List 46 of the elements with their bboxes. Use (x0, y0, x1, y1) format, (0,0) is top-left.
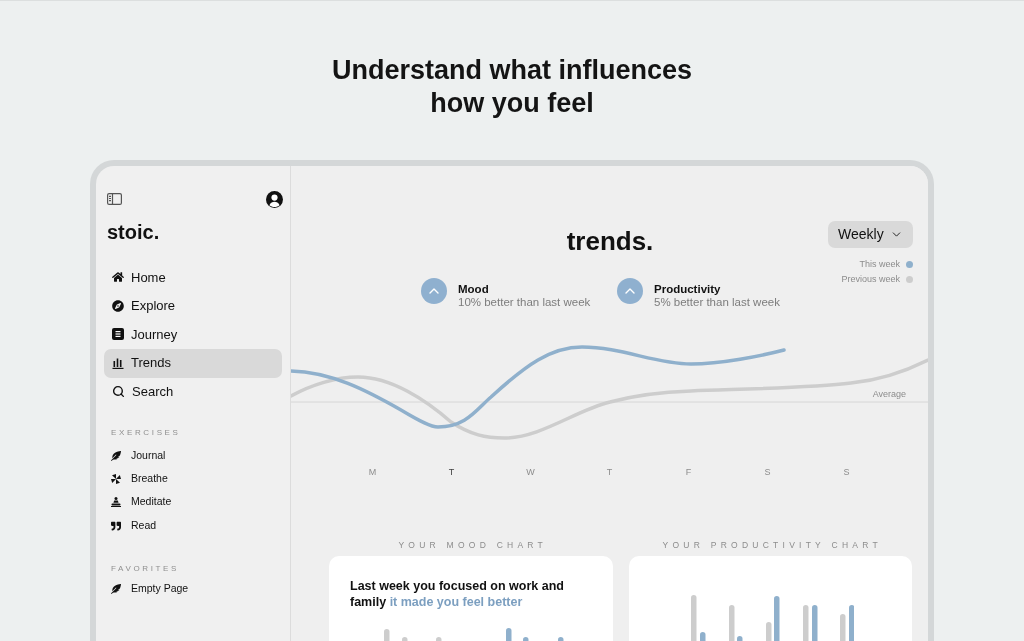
section-heading: EXERCISES (110, 428, 182, 438)
day-label: F (685, 466, 692, 479)
day-label: S (764, 466, 771, 479)
insight-text: Last week you focused on work and family it made you feel better (349, 578, 565, 610)
period-dropdown[interactable]: Weekly (828, 221, 913, 248)
nav-item[interactable]: Journey (104, 320, 282, 349)
app-logo: stoic. (106, 220, 161, 244)
menu-item[interactable]: Breathe (96, 467, 290, 491)
chart-heading: YOUR PRODUCTIVITY CHART (661, 540, 882, 550)
day-label: M (368, 466, 377, 479)
page-title: trends. (566, 226, 654, 256)
search-icon (112, 385, 125, 399)
notebook-icon (112, 328, 124, 341)
stat-title: Productivity (654, 283, 722, 296)
menu-item[interactable]: Meditate (96, 490, 290, 514)
headline: Understand what influences how you feel (330, 54, 694, 120)
sidebar-toggle-icon[interactable] (107, 193, 122, 205)
legend-label: This week (859, 259, 900, 270)
menu-item[interactable]: Journal (96, 444, 290, 468)
menu-item[interactable]: Empty Page (96, 577, 290, 601)
quote-icon (111, 520, 121, 531)
nav-item[interactable]: Explore (104, 291, 282, 320)
pinwheel-icon (111, 473, 121, 484)
feather-icon (111, 450, 121, 461)
stat-detail: 10% better than last week (458, 296, 591, 309)
home-icon (112, 271, 124, 284)
menu-item[interactable]: Read (96, 513, 290, 538)
nav-item[interactable]: Search (104, 377, 282, 406)
nav-item[interactable]: Trends (104, 348, 282, 378)
nav-item[interactable]: Home (104, 263, 282, 292)
feather-icon (111, 583, 121, 594)
compass-icon (112, 299, 124, 312)
chevron-up-icon (617, 278, 643, 304)
user-avatar-icon[interactable] (266, 190, 283, 208)
stat-title: Mood (458, 283, 490, 296)
day-label: W (526, 466, 535, 479)
day-label: T (448, 466, 455, 479)
bar-chart-icon (112, 357, 124, 369)
day-label: T (606, 466, 613, 479)
chart-heading: YOUR MOOD CHART (397, 540, 548, 550)
stat-detail: 5% better than last week (654, 296, 780, 309)
section-heading: FAVORITES (110, 564, 181, 575)
meditation-icon (111, 497, 121, 508)
legend-label: Previous week (841, 274, 900, 285)
day-label: S (843, 466, 850, 479)
chevron-up-icon (421, 278, 447, 304)
